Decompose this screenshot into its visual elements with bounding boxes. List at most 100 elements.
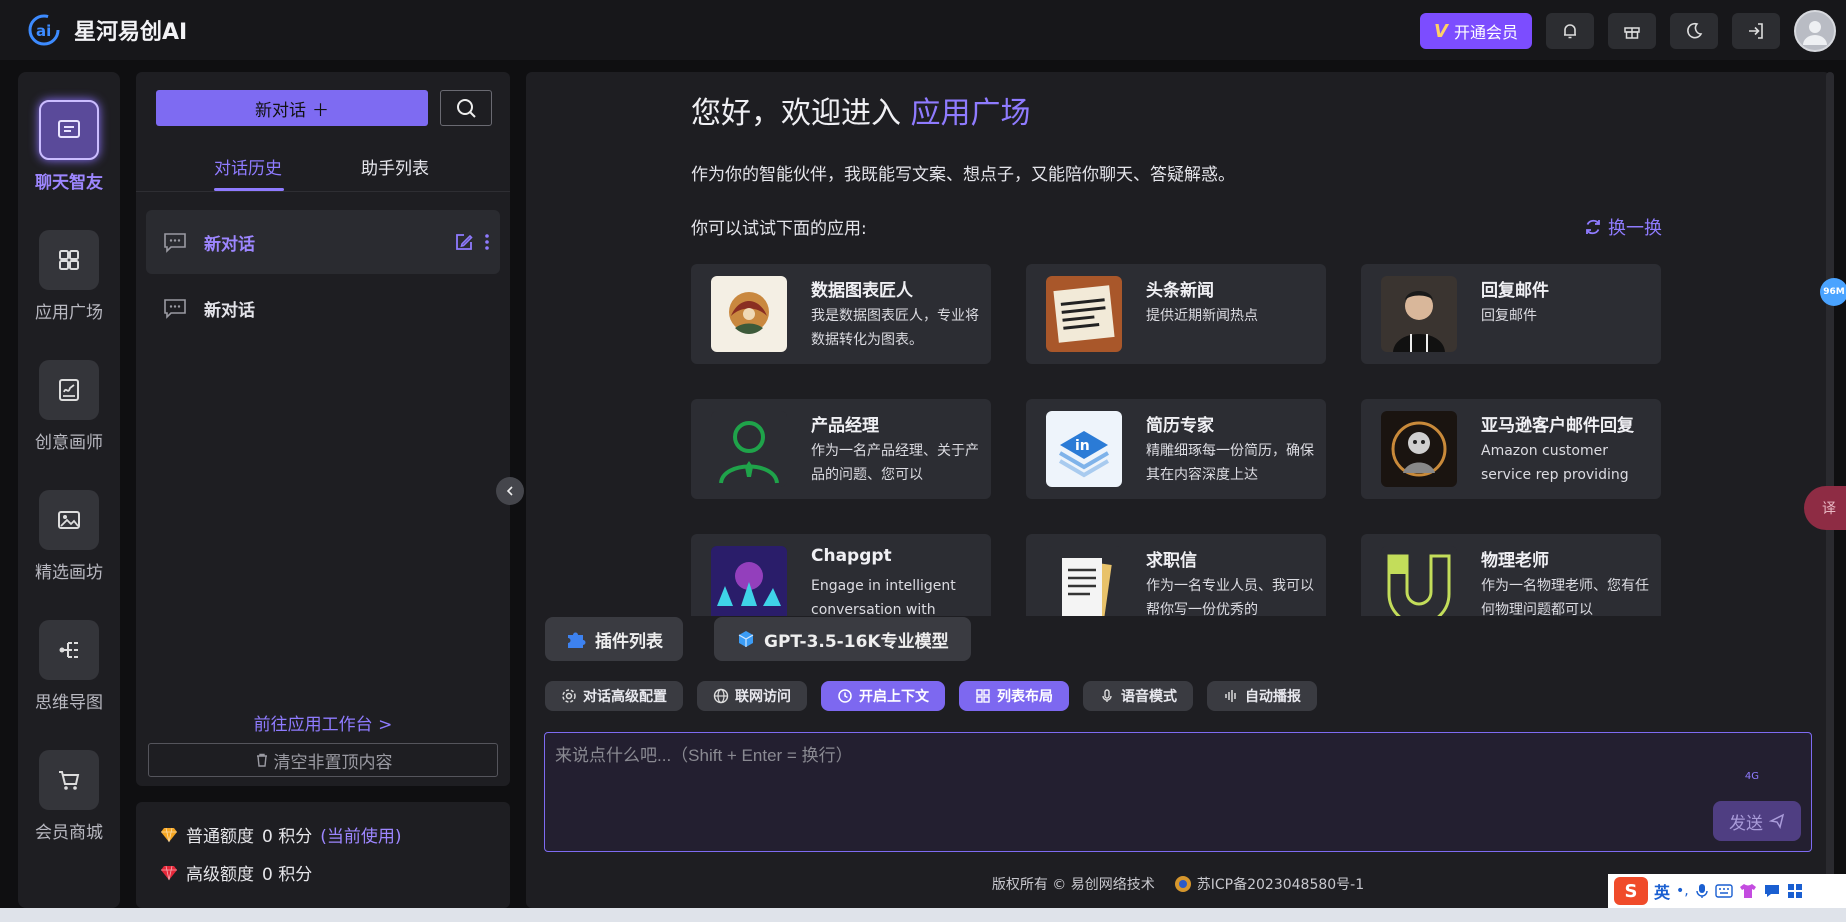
message-input[interactable] <box>555 741 1555 771</box>
magnet-icon <box>1387 554 1451 616</box>
brand[interactable]: ai 星河易创AI <box>26 12 187 48</box>
app-thumbnail: in <box>1046 411 1122 487</box>
edit-icon[interactable] <box>454 232 474 252</box>
app-card[interactable]: 物理老师 作为一名物理老师、您有任何物理问题都可以 <box>1361 534 1661 616</box>
icp-record[interactable]: 苏ICP备2023048580号-1 <box>1173 874 1364 894</box>
plugin-list-button[interactable]: 插件列表 <box>545 617 683 661</box>
advanced-config-chip[interactable]: 对话高级配置 <box>545 681 683 711</box>
neon-city-icon <box>711 546 787 616</box>
microphone-icon[interactable] <box>1695 883 1709 899</box>
message-icon <box>164 299 186 319</box>
theme-toggle-button[interactable] <box>1670 13 1718 49</box>
svg-text:in: in <box>1075 438 1090 454</box>
panel-tabs: 对话历史 助手列表 <box>136 148 510 192</box>
sogou-icon[interactable]: S <box>1614 877 1648 905</box>
app-thumbnail <box>1046 276 1122 352</box>
ime-language[interactable]: 英 <box>1654 879 1670 903</box>
floral-icon <box>729 292 769 334</box>
svg-text:ai: ai <box>36 22 51 40</box>
chip-label: 自动播报 <box>1245 689 1301 705</box>
tab-assistants[interactable]: 助手列表 <box>361 154 429 179</box>
app-title: 头条新闻 <box>1146 281 1214 301</box>
intro-text: 作为你的智能伙伴，我既能写文案、想点子，又能陪你聊天、答疑解惑。 <box>691 165 1235 185</box>
context-chip[interactable]: 开启上下文 <box>821 681 945 711</box>
user-icon <box>1803 21 1827 45</box>
advanced-quota: 高级额度 0 积分 <box>160 860 312 885</box>
microphone-icon <box>1102 689 1112 702</box>
login-icon <box>1749 23 1763 39</box>
notification-button[interactable] <box>1546 13 1594 49</box>
nav-app-square[interactable]: 应用广场 <box>18 230 120 323</box>
nav-mindmap[interactable]: 思维导图 <box>18 620 120 713</box>
gift-button[interactable] <box>1608 13 1656 49</box>
chat-bubble-icon[interactable] <box>1763 883 1781 899</box>
send-icon <box>1769 813 1785 829</box>
app-name: 星河易创AI <box>74 20 188 45</box>
vip-icon: V <box>1434 20 1448 42</box>
chip-label: 开启上下文 <box>859 689 929 705</box>
collapse-panel-button[interactable] <box>496 477 524 505</box>
welcome-highlight: 应用广场 <box>910 96 1031 131</box>
ime-toolbar: S 英 •, <box>1608 874 1846 908</box>
message-icon <box>164 233 186 253</box>
conversation-item[interactable]: 新对话 <box>146 276 500 340</box>
web-access-chip[interactable]: 联网访问 <box>697 681 807 711</box>
nav-chat[interactable]: 聊天智友 <box>18 100 120 193</box>
list-layout-chip[interactable]: 列表布局 <box>959 681 1069 711</box>
nav-gallery[interactable]: 精选画坊 <box>18 490 120 583</box>
memory-badge[interactable]: 96M <box>1820 278 1846 306</box>
app-title: 物理老师 <box>1481 551 1549 571</box>
app-card[interactable]: 求职信 作为一名专业人员、我可以帮你写一份优秀的 <box>1026 534 1326 616</box>
translate-button[interactable]: 译 <box>1804 486 1846 530</box>
gift-icon <box>1624 27 1640 39</box>
plugin-list-label: 插件列表 <box>595 631 663 652</box>
newspaper-icon <box>1053 285 1115 343</box>
login-button[interactable] <box>1732 13 1780 49</box>
send-label: 发送 <box>1729 813 1763 834</box>
app-title: Chapgpt <box>811 546 892 566</box>
nav-creative-painter[interactable]: 创意画师 <box>18 360 120 453</box>
app-card[interactable]: 亚马逊客户邮件回复 Amazon customer service rep pr… <box>1361 399 1661 499</box>
punctuation-icon[interactable]: •, <box>1676 883 1689 899</box>
app-title: 数据图表匠人 <box>811 281 913 301</box>
avatar[interactable] <box>1794 10 1836 52</box>
app-title: 求职信 <box>1146 551 1197 571</box>
layout-icon <box>976 689 990 703</box>
app-title: 回复邮件 <box>1481 281 1549 301</box>
conversation-panel: 新对话 ＋ 对话历史 助手列表 新对话 新对话 前往应用工作台 > 清空非置顶内… <box>136 72 510 786</box>
left-nav: 聊天智友 应用广场 创意画师 精选画坊 思维导图 会员商城 <box>18 72 120 908</box>
trash-icon <box>256 753 267 767</box>
welcome-heading: 您好，欢迎进入 应用广场 <box>691 88 1031 132</box>
app-thumbnail <box>1381 276 1457 352</box>
auto-broadcast-chip[interactable]: 自动播报 <box>1207 681 1317 711</box>
grid-menu-icon[interactable] <box>1787 883 1803 899</box>
clear-unpinned-button[interactable]: 清空非置顶内容 <box>148 743 498 777</box>
nav-member-shop[interactable]: 会员商城 <box>18 750 120 843</box>
search-button[interactable] <box>440 90 492 126</box>
advanced-quota-label: 高级额度 <box>186 865 254 885</box>
refresh-button[interactable]: 换一换 <box>1584 214 1662 240</box>
shirt-icon[interactable] <box>1739 883 1757 899</box>
new-chat-button[interactable]: 新对话 ＋ <box>156 90 428 126</box>
search-icon <box>457 99 476 118</box>
tab-history[interactable]: 对话历史 <box>214 154 282 179</box>
workbench-link[interactable]: 前往应用工作台 > <box>136 710 510 735</box>
linkedin-icon: in <box>1058 431 1110 478</box>
model-select-button[interactable]: GPT-3.5-16K专业模型 <box>714 617 971 661</box>
app-card[interactable]: 产品经理 作为一名产品经理、关于产品的问题、您可以 <box>691 399 991 499</box>
app-card[interactable]: 回复邮件 回复邮件 <box>1361 264 1661 364</box>
app-card[interactable]: in 简历专家 精雕细琢每一份简历，确保其在内容深度上达 <box>1026 399 1326 499</box>
app-desc: Engage in intelligent conversation with <box>811 578 956 616</box>
voice-mode-chip[interactable]: 语音模式 <box>1083 681 1193 711</box>
grid-icon <box>59 250 79 270</box>
vip-button[interactable]: V 开通会员 <box>1420 13 1532 49</box>
more-icon[interactable] <box>484 232 490 252</box>
app-desc: 精雕细琢每一份简历，确保其在内容深度上达 <box>1146 443 1314 483</box>
keyboard-icon[interactable] <box>1715 884 1733 898</box>
app-card[interactable]: Chapgpt Engage in intelligent conversati… <box>691 534 991 616</box>
app-card[interactable]: 数据图表匠人 我是数据图表匠人，专业将数据转化为图表。 <box>691 264 991 364</box>
send-button[interactable]: 发送 <box>1713 801 1801 841</box>
conversation-item[interactable]: 新对话 <box>146 210 500 274</box>
audio-wave-icon <box>1225 690 1236 702</box>
app-card[interactable]: 头条新闻 提供近期新闻热点 <box>1026 264 1326 364</box>
